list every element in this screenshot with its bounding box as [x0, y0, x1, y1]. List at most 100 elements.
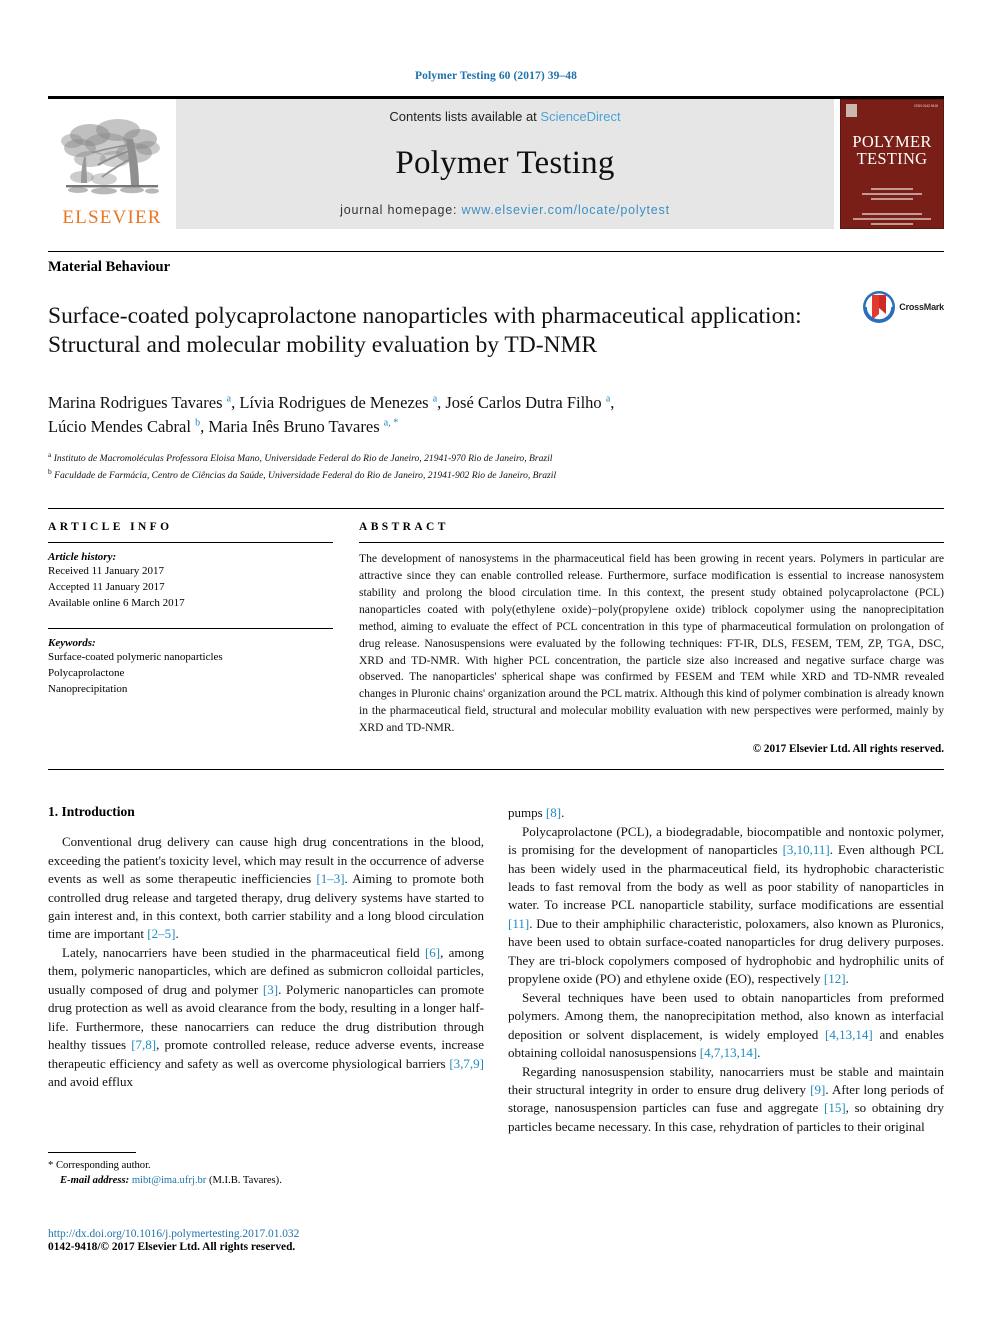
contents-prefix: Contents lists available at: [389, 109, 541, 124]
citation-reference[interactable]: [9]: [810, 1082, 825, 1097]
journal-cover-thumbnail[interactable]: ISSN 0142-9418 POLYMER TESTING: [840, 99, 944, 229]
citation-reference[interactable]: [3]: [263, 982, 278, 997]
citation-reference[interactable]: [8]: [546, 805, 561, 820]
author-line-2: Lúcio Mendes Cabral b, Maria Inês Bruno …: [48, 417, 398, 436]
email-label: E-mail address:: [60, 1175, 130, 1187]
paragraph: pumps [8].: [508, 804, 944, 822]
author-list: Marina Rodrigues Tavares a, Lívia Rodrig…: [48, 391, 944, 440]
paragraph-text: pumps: [508, 805, 546, 821]
paragraph: Polycaprolactone (PCL), a biodegradable,…: [508, 823, 944, 989]
affiliation-b: b Faculdade de Farmácia, Centro de Ciênc…: [48, 466, 944, 484]
citation-reference[interactable]: [2–5]: [147, 926, 175, 941]
body-column-left: 1. Introduction Conventional drug delive…: [48, 804, 484, 1136]
doi-block: http://dx.doi.org/10.1016/j.polymertesti…: [48, 1228, 488, 1253]
citation-reference[interactable]: [3,7,9]: [449, 1056, 484, 1071]
elsevier-tree-icon: [61, 119, 160, 195]
elsevier-logo: ELSEVIER: [48, 99, 176, 229]
affiliation-b-text: Faculdade de Farmácia, Centro de Ciência…: [51, 470, 557, 482]
crossmark-badge[interactable]: CrossMark: [862, 290, 944, 324]
affiliation-a-text: Instituto de Macromoléculas Professora E…: [51, 452, 553, 464]
paragraph-text: .: [845, 971, 849, 987]
page-title: Surface-coated polycaprolactone nanopart…: [48, 302, 802, 359]
paragraph-text: .: [757, 1045, 761, 1061]
left-column-paragraphs: Conventional drug delivery can cause hig…: [48, 833, 484, 1091]
elsevier-wordmark: ELSEVIER: [62, 207, 162, 228]
masthead-center: Contents lists available at ScienceDirec…: [176, 99, 834, 229]
email-line: E-mail address: mibt@ima.ufrj.br (M.I.B.…: [48, 1173, 468, 1188]
title-block: Surface-coated polycaprolactone nanopart…: [48, 286, 944, 377]
author-line-1-sep: ,: [610, 392, 615, 412]
citation-reference[interactable]: [11]: [508, 916, 529, 931]
cover-title: POLYMER TESTING: [852, 133, 931, 168]
cover-text-lines: [853, 187, 931, 228]
affiliation-list: a Instituto de Macromoléculas Professora…: [48, 449, 944, 485]
homepage-url-link[interactable]: www.elsevier.com/locate/polytest: [462, 203, 670, 217]
email-owner: (M.I.B. Tavares).: [208, 1175, 282, 1187]
citation-reference[interactable]: [1–3]: [316, 871, 344, 886]
corresponding-author-footnote: * Corresponding author. E-mail address: …: [48, 1152, 468, 1189]
paragraph: Several techniques have been used to obt…: [508, 989, 944, 1063]
abstract-copyright: © 2017 Elsevier Ltd. All rights reserved…: [752, 743, 944, 756]
paragraph-text: and avoid efflux: [48, 1074, 133, 1090]
paragraph-text: .: [175, 926, 179, 942]
body-column-right: pumps [8]. Polycaprolactone (PCL), a biod…: [508, 804, 944, 1136]
corresponding-text: Corresponding author.: [55, 1160, 151, 1171]
author-2: , Lívia Rodrigues de Menezes: [231, 392, 433, 412]
paragraph-text: .: [561, 805, 565, 821]
author-5-affil-marker: a, *: [383, 417, 399, 429]
corresponding-marker: *: [48, 1160, 54, 1171]
paragraph-text: Lately, nanocarriers have been studied i…: [62, 944, 425, 960]
author-5: , Maria Inês Bruno Tavares: [200, 417, 384, 437]
cover-issn-text: ISSN 0142-9418: [914, 104, 938, 108]
citation-reference[interactable]: [7,8]: [131, 1037, 156, 1052]
citation-reference[interactable]: [4,7,13,14]: [700, 1045, 757, 1060]
citation-reference[interactable]: [4,13,14]: [825, 1027, 873, 1042]
author-line-1: Marina Rodrigues Tavares a, Lívia Rodrig…: [48, 393, 614, 412]
corresponding-author-line: * Corresponding author.: [48, 1158, 468, 1173]
crossmark-icon: [863, 291, 896, 323]
article-section-label: Material Behaviour: [48, 251, 944, 276]
body-columns: 1. Introduction Conventional drug delive…: [48, 804, 944, 1136]
abstract-bottom-rule: [48, 769, 944, 771]
article-history-accepted: Accepted 11 January 2017: [48, 580, 165, 593]
issn-copyright-line: 0142-9418/© 2017 Elsevier Ltd. All right…: [48, 1241, 296, 1253]
citation-reference[interactable]: [12]: [824, 971, 846, 986]
article-history-label: Article history:: [48, 551, 117, 564]
running-head: Polymer Testing 60 (2017) 39–48: [415, 70, 577, 82]
paragraph-text: . Due to their amphiphilic characteristi…: [508, 915, 944, 987]
journal-homepage-line: journal homepage: www.elsevier.com/locat…: [340, 203, 670, 217]
cover-elsevier-icon: [846, 104, 857, 117]
paragraph: Conventional drug delivery can cause hig…: [48, 833, 484, 944]
article-history-online: Available online 6 March 2017: [48, 596, 185, 609]
email-link[interactable]: mibt@ima.ufrj.br: [132, 1175, 206, 1186]
abstract-text: The development of nanosystems in the ph…: [359, 552, 944, 735]
paragraph: Lately, nanocarriers have been studied i…: [48, 944, 484, 1092]
keyword-2: Polycaprolactone: [48, 666, 125, 679]
footnote-rule: [48, 1152, 136, 1153]
abstract-heading: ABSTRACT: [359, 521, 449, 534]
keyword-1: Surface-coated polymeric nanoparticles: [48, 650, 223, 663]
info-abstract-region: ARTICLE INFO Article history: Received 1…: [48, 508, 944, 755]
paragraph: Regarding nanosuspension stability, nano…: [508, 1063, 944, 1137]
heading-introduction: 1. Introduction: [48, 804, 135, 820]
citation-reference[interactable]: [15]: [824, 1100, 846, 1115]
journal-masthead: ELSEVIER Contents lists available at Sci…: [48, 96, 944, 229]
citation-reference[interactable]: [6]: [425, 945, 440, 960]
article-history-received: Received 11 January 2017: [48, 565, 164, 578]
keyword-3: Nanoprecipitation: [48, 682, 128, 695]
author-3: , José Carlos Dutra Filho: [437, 392, 606, 412]
right-column-paragraphs: pumps [8]. Polycaprolactone (PCL), a biod…: [508, 804, 944, 1136]
cover-top-row: ISSN 0142-9418: [841, 100, 943, 117]
crossmark-label: CrossMark: [899, 302, 944, 312]
citation-reference[interactable]: [3,10,11]: [783, 842, 830, 857]
homepage-prefix: journal homepage:: [340, 203, 462, 217]
sciencedirect-link[interactable]: ScienceDirect: [540, 109, 620, 124]
cover-title-line2: TESTING: [856, 148, 928, 168]
journal-article-page: Polymer Testing 60 (2017) 39–48 ELSEVIER…: [0, 0, 992, 1323]
affiliation-a: a Instituto de Macromoléculas Professora…: [48, 449, 944, 467]
contents-line: Contents lists available at ScienceDirec…: [389, 109, 620, 124]
author-1: Marina Rodrigues Tavares: [48, 392, 227, 412]
article-info-column: ARTICLE INFO Article history: Received 1…: [48, 521, 359, 755]
doi-link[interactable]: http://dx.doi.org/10.1016/j.polymertesti…: [48, 1228, 488, 1240]
article-info-heading: ARTICLE INFO: [48, 521, 173, 534]
